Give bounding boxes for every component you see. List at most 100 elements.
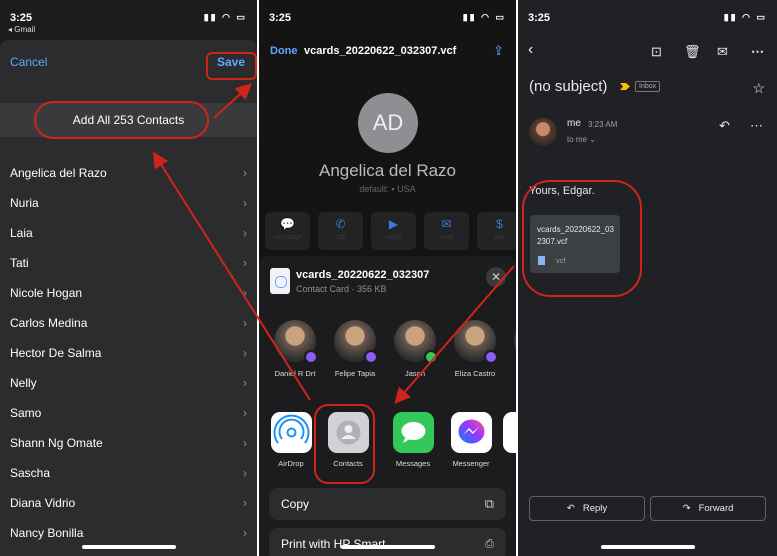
share-person[interactable]: Eliza Castro [445, 320, 505, 378]
messenger-icon [450, 412, 492, 453]
delete-icon[interactable]: 🗑 [684, 44, 701, 60]
mark-unread-icon[interactable]: ✉ [717, 44, 728, 60]
printer-icon: ⎙ [485, 538, 494, 550]
video-action-button[interactable]: ▶ video [371, 212, 416, 250]
chevron-right-icon: › [243, 496, 247, 510]
chevron-right-icon: › [243, 226, 247, 240]
back-arrow-icon[interactable]: ‹ [528, 41, 533, 59]
app-name: Messages [395, 459, 431, 468]
forward-button[interactable]: ↷ Forward [650, 496, 766, 521]
flag-icon: ▪ [391, 184, 395, 194]
pay-icon: $ [496, 217, 503, 231]
messages-badge-icon [424, 350, 438, 364]
default-country: default: ▪ USA [259, 184, 516, 194]
print-hp-smart-button[interactable]: Print with HP Smart ⎙ [269, 528, 506, 556]
messenger-badge-icon [364, 350, 378, 364]
video-icon: ▶ [388, 217, 399, 231]
person-name: Felipe Tapia [334, 369, 376, 378]
more-app-share-button[interactable] [503, 412, 516, 459]
reply-icon[interactable]: ↶ [719, 118, 730, 134]
airdrop-share-button[interactable]: AirDrop [265, 412, 317, 468]
contact-row[interactable]: Tati › [0, 248, 257, 278]
contact-name: Nicole Hogan [10, 286, 83, 300]
important-marker-icon[interactable] [620, 83, 630, 90]
share-apps-row: AirDrop Contacts Messages Messenger [265, 412, 516, 472]
contact-row[interactable]: Laia › [0, 218, 257, 248]
person-avatar [394, 320, 438, 364]
status-bar: 3:25 ▮▮ ◠ ▭ [269, 10, 506, 26]
vcard-preview-panel: 3:25 ▮▮ ◠ ▭ Done vcards_20220622_032307.… [259, 0, 516, 556]
more-options-icon[interactable]: ⋯ [751, 44, 764, 60]
contact-row[interactable]: Nancy Bonilla › [0, 518, 257, 548]
contact-row[interactable]: Sascha › [0, 458, 257, 488]
chevron-right-icon: › [243, 286, 247, 300]
copy-button[interactable]: Copy ⧉ [269, 488, 506, 520]
share-sheet: vcards_20220622_032307 Contact Card · 35… [259, 256, 516, 556]
default-label: default: [359, 184, 389, 194]
contact-row[interactable]: Angelica del Razo › [0, 158, 257, 188]
mail-action-button[interactable]: ✉ mail [424, 212, 469, 250]
contact-row[interactable]: Diana Vidrio › [0, 488, 257, 518]
share-icon[interactable]: ⇪ [493, 43, 504, 59]
reply-label: Reply [582, 503, 608, 514]
cancel-button[interactable]: Cancel [10, 55, 47, 69]
sender-avatar [529, 118, 557, 146]
home-indicator [340, 545, 435, 549]
contact-card-icon [270, 268, 290, 294]
inbox-label-chip[interactable]: Inbox [635, 81, 661, 92]
save-highlight-outline [206, 52, 257, 80]
contact-name: Nuria [10, 196, 39, 210]
status-icons: ▮▮ ◠ ▭ [203, 12, 247, 22]
star-icon[interactable]: ☆ [752, 80, 765, 97]
contact-row[interactable]: Nicole Hogan › [0, 278, 257, 308]
pay-action-button[interactable]: $ pay [477, 212, 516, 250]
person-avatar [454, 320, 498, 364]
contacts-list: Angelica del Razo › Nuria › Laia › Tati › Nicole… [0, 158, 257, 548]
person-avatar [334, 320, 378, 364]
done-button[interactable]: Done [270, 45, 298, 57]
contacts-highlight-outline [314, 404, 375, 484]
message-more-icon[interactable]: ⋯ [750, 118, 763, 134]
share-person[interactable]: Jason [385, 320, 445, 378]
contact-row[interactable]: Hector De Salma › [0, 338, 257, 368]
share-person[interactable]: Daniel R Drt [265, 320, 325, 378]
forward-label: Forward [698, 503, 734, 514]
share-people-row: Daniel R Drt Felipe Tapia Jason Eliza Ca… [265, 320, 516, 390]
contact-avatar: AD [358, 93, 418, 153]
contact-name: Diana Vidrio [10, 496, 76, 510]
messages-share-button[interactable]: Messages [387, 412, 439, 468]
action-label: call [335, 234, 346, 241]
recipient-details-toggle[interactable]: to me ⌄ [567, 135, 596, 144]
reply-button[interactable]: ↶ Reply [529, 496, 645, 521]
close-icon[interactable]: ✕ [486, 267, 506, 287]
home-indicator [600, 545, 695, 549]
contact-row[interactable]: Samo › [0, 398, 257, 428]
person-name: M [505, 369, 516, 378]
share-title: vcards_20220622_032307 [296, 269, 430, 281]
contact-row[interactable]: Nelly › [0, 368, 257, 398]
archive-icon[interactable]: ⊡ [651, 44, 662, 60]
preview-toolbar: Done vcards_20220622_032307.vcf ⇪ [259, 43, 516, 61]
contact-row[interactable]: Carlos Medina › [0, 308, 257, 338]
message-subject: (no subject) [529, 78, 608, 95]
action-label: video [385, 234, 402, 241]
status-time: 3:25 [269, 12, 292, 24]
call-action-button[interactable]: ✆ call [318, 212, 363, 250]
status-bar: 3:25 ▮▮ ◠ ▭ [528, 10, 767, 26]
share-person[interactable]: M [505, 320, 516, 378]
message-toolbar: ‹ ⊡ 🗑 ✉ ⋯ [518, 41, 777, 64]
contact-name: Laia [10, 226, 33, 240]
message-icon: 💬 [280, 217, 295, 231]
message-action-button[interactable]: 💬 message [265, 212, 310, 250]
contact-row[interactable]: Nuria › [0, 188, 257, 218]
share-person[interactable]: Felipe Tapia [325, 320, 385, 378]
messenger-share-button[interactable]: Messenger [445, 412, 497, 468]
attachment-highlight-outline [522, 180, 642, 297]
airdrop-icon [270, 412, 312, 453]
status-icons: ▮▮ ◠ ▭ [462, 12, 506, 22]
contact-name: Sascha [10, 466, 51, 480]
back-to-app-link[interactable]: ◂ Gmail [8, 25, 35, 34]
country-label: USA [397, 184, 416, 194]
contact-row[interactable]: Shann Ng Omate › [0, 428, 257, 458]
person-name: Jason [404, 369, 425, 378]
